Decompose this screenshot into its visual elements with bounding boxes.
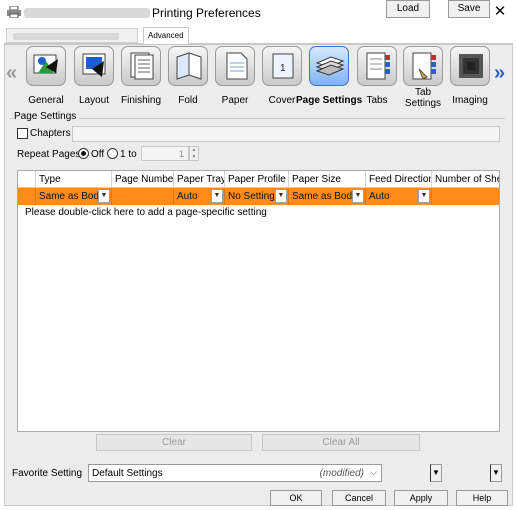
toolbar-label: Imaging [452,95,488,106]
toolbar-item-tab-settings[interactable]: Tab Settings [400,46,446,109]
column-header-number-of-sheets[interactable]: Number of She [431,171,499,188]
table-header: Type Page Number Paper Tray Paper Profil… [18,171,499,188]
title-bar: Printing Preferences ✕ [0,0,517,26]
tab-strip: Advanced [4,26,513,44]
column-header-paper-size[interactable]: Paper Size [288,171,365,188]
toolbar-label: Layout [78,95,110,106]
cell-number-of-sheets[interactable] [431,188,499,205]
column-header-page-number[interactable]: Page Number [111,171,173,188]
favorite-setting-label: Favorite Setting [12,468,83,479]
load-button[interactable]: Load [386,0,430,18]
window-title: Printing Preferences [152,6,261,20]
cancel-button[interactable]: Cancel [332,490,386,506]
add-setting-hint[interactable]: Please double-click here to add a page-s… [25,207,267,218]
chevron-down-icon[interactable]: ▼ [418,189,430,203]
general-icon [26,46,66,86]
paper-icon [215,46,255,86]
chevron-down-icon: ⌵ [370,467,377,477]
repeat-pages-stepper: 1 [141,146,189,161]
off-label: Off [91,149,105,160]
chapters-checkbox[interactable] [17,128,28,139]
toolbar-label: Tabs [366,95,388,106]
load-menu-arrow-icon[interactable]: ▼ [430,464,442,482]
clear-button[interactable]: Clear [96,434,252,451]
tab-blurred[interactable] [6,28,138,43]
chevron-down-icon[interactable]: ▼ [211,189,223,203]
toolbar-label: Finishing [120,95,162,106]
stepper-arrows-icon: ▲ ▼ [189,146,199,161]
favorite-setting-value: Default Settings [92,468,163,479]
scroll-left-icon[interactable]: « [6,62,17,85]
save-button[interactable]: Save [448,0,490,18]
layout-icon [74,46,114,86]
modified-indicator: (modified) [319,468,364,479]
one-to-radio[interactable] [107,148,118,159]
page-settings-table[interactable]: Type Page Number Paper Tray Paper Profil… [17,170,500,432]
toolbar-label: Page Settings [296,95,363,106]
repeat-pages-label: Repeat Pages [17,149,81,160]
off-radio[interactable] [78,148,89,159]
group-divider [10,118,505,119]
column-header-feed-direction[interactable]: Feed Direction [365,171,431,188]
help-button[interactable]: Help [456,490,508,506]
table-row[interactable]: Same as Body ▼ Auto ▼ No Setting ▼ Same … [18,188,499,205]
tabs-icon [357,46,397,86]
toolbar-label: Fold [178,95,198,106]
toolbar-label: Paper [221,95,249,106]
column-header-paper-tray[interactable]: Paper Tray [173,171,224,188]
toolbar-label: General [28,95,64,106]
toolbar-item-finishing[interactable]: Finishing [119,46,163,106]
finishing-icon [121,46,161,86]
toolbar-item-paper[interactable]: Paper [213,46,257,106]
scroll-right-icon[interactable]: » [494,62,505,85]
toolbar-item-tabs[interactable]: Tabs [355,46,399,106]
chapters-field [72,126,500,142]
clear-all-button[interactable]: Clear All [262,434,420,451]
page-settings-icon [309,46,349,86]
fold-icon [168,46,208,86]
toolbar-item-general[interactable]: General [24,46,68,106]
tab-settings-icon [403,46,443,86]
printer-name-blurred [24,8,150,18]
toolbar-item-layout[interactable]: Layout [72,46,116,106]
toolbar-item-imaging[interactable]: Imaging [448,46,492,106]
chevron-down-icon[interactable]: ▼ [275,189,287,203]
column-header-type[interactable]: Type [35,171,111,188]
ok-button[interactable]: OK [270,490,322,506]
column-header-paper-profile[interactable]: Paper Profile [224,171,288,188]
close-button[interactable]: ✕ [493,3,507,21]
chevron-down-icon[interactable]: ▼ [352,189,364,203]
cell-page-number[interactable] [111,188,173,205]
imaging-icon [450,46,490,86]
svg-text:1: 1 [280,63,286,74]
chevron-down-icon[interactable]: ▼ [98,189,110,203]
chapters-label: Chapters [30,128,71,139]
printer-icon [7,5,21,19]
toolbar-item-fold[interactable]: Fold [166,46,210,106]
group-title: Page Settings [14,111,80,122]
one-to-label: 1 to [120,149,137,160]
favorite-setting-select[interactable]: Default Settings (modified) ⌵ [88,464,382,482]
toolbar-label: Tab Settings [404,87,442,109]
save-menu-arrow-icon[interactable]: ▼ [490,464,502,482]
tab-advanced[interactable]: Advanced [143,27,189,44]
toolbar-item-page-settings[interactable]: Page Settings [296,46,362,106]
apply-button[interactable]: Apply [394,490,448,506]
